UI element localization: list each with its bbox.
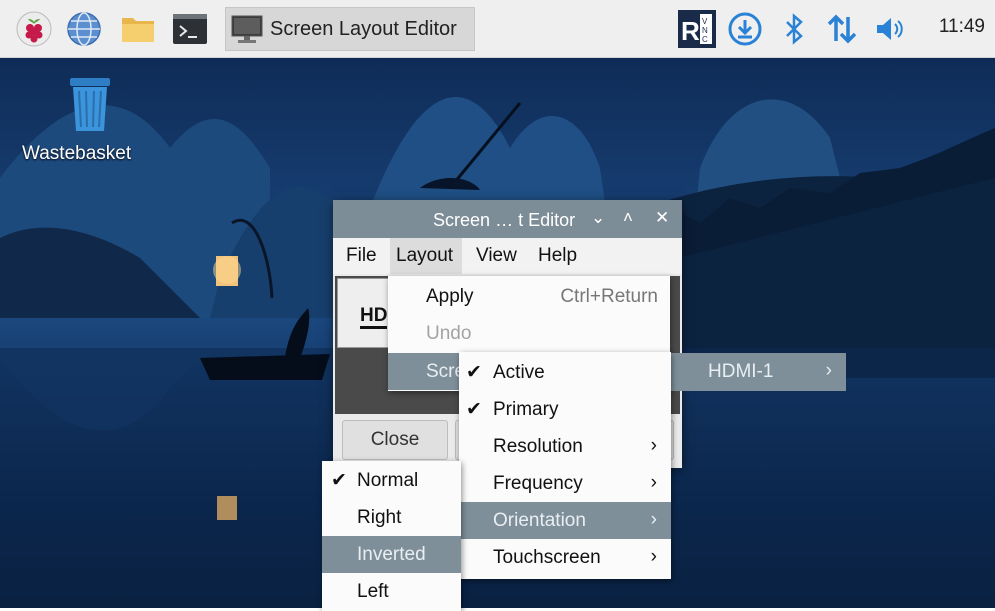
frequency-label: Frequency: [493, 473, 583, 494]
wastebasket-desktop-icon[interactable]: Wastebasket: [22, 74, 152, 165]
screens-submenu: HDMI-1 ›: [670, 353, 846, 391]
svg-text:C: C: [702, 35, 708, 44]
chevron-right-icon: ›: [650, 546, 657, 567]
menu-item-frequency[interactable]: Frequency ›: [459, 465, 671, 502]
svg-text:V: V: [702, 17, 708, 26]
menu-file[interactable]: File: [340, 238, 383, 274]
hdmi-label: HDMI-1: [708, 361, 774, 382]
undo-label: Undo: [426, 323, 472, 344]
chevron-right-icon: ›: [650, 509, 657, 530]
volume-icon[interactable]: [873, 11, 909, 47]
raspberry-menu-icon[interactable]: [16, 11, 52, 47]
menu-item-left[interactable]: Left: [322, 573, 461, 610]
menu-item-primary[interactable]: ✔ Primary: [459, 391, 671, 428]
monitor-icon: [231, 15, 263, 43]
resolution-label: Resolution: [493, 436, 583, 457]
taskbar: Screen Layout Editor R V N C 11:49: [0, 0, 995, 58]
menu-item-resolution[interactable]: Resolution ›: [459, 428, 671, 465]
menu-item-touchscreen[interactable]: Touchscreen ›: [459, 539, 671, 576]
monitor-label: HD: [360, 306, 388, 329]
menu-item-undo[interactable]: Undo: [388, 315, 670, 352]
menu-help[interactable]: Help: [532, 238, 583, 274]
task-title: Screen Layout Editor: [270, 17, 457, 40]
terminal-icon[interactable]: [172, 11, 208, 47]
menu-item-right[interactable]: Right: [322, 499, 461, 536]
right-label: Right: [357, 507, 402, 528]
check-icon: ✔: [466, 399, 482, 420]
apply-label: Apply: [426, 286, 474, 307]
chevron-right-icon: ›: [825, 360, 832, 381]
maximize-icon[interactable]: ˄: [623, 208, 633, 228]
menu-item-inverted[interactable]: Inverted: [322, 536, 461, 573]
wastebasket-label: Wastebasket: [22, 143, 132, 164]
chevron-right-icon: ›: [650, 435, 657, 456]
apply-shortcut: Ctrl+Return: [560, 286, 658, 307]
menu-bar: File Layout View Help: [333, 238, 682, 274]
clock[interactable]: 11:49: [939, 16, 985, 38]
primary-label: Primary: [493, 399, 559, 420]
window-title-bar[interactable]: Screen … t Editor ⌄ ˄ ✕: [333, 200, 682, 238]
window-title: Screen … t Editor: [433, 210, 576, 230]
normal-label: Normal: [357, 470, 419, 491]
web-browser-icon[interactable]: [66, 11, 102, 47]
orientation-label: Orientation: [493, 510, 586, 531]
svg-text:R: R: [681, 16, 700, 46]
check-icon: ✔: [466, 362, 482, 383]
bluetooth-icon[interactable]: [776, 11, 812, 47]
network-icon[interactable]: [824, 11, 860, 47]
menu-item-hdmi-1[interactable]: HDMI-1 ›: [670, 353, 846, 390]
monitor-hdmi-1[interactable]: HD: [337, 278, 389, 348]
minimize-icon[interactable]: ⌄: [591, 208, 605, 228]
menu-item-apply[interactable]: Apply Ctrl+Return: [388, 278, 670, 315]
left-label: Left: [357, 581, 389, 602]
close-icon[interactable]: ✕: [655, 208, 669, 228]
check-icon: ✔: [331, 470, 347, 491]
menu-item-normal[interactable]: ✔ Normal: [322, 462, 461, 499]
menu-view[interactable]: View: [470, 238, 523, 274]
menu-item-orientation[interactable]: Orientation ›: [459, 502, 671, 539]
file-manager-icon[interactable]: [120, 11, 156, 47]
menu-layout[interactable]: Layout: [390, 238, 462, 274]
inverted-label: Inverted: [357, 544, 426, 565]
orientation-submenu: ✔ Normal Right Inverted Left: [322, 461, 461, 611]
touchscreen-label: Touchscreen: [493, 547, 601, 568]
chevron-right-icon: ›: [650, 472, 657, 493]
menu-item-active[interactable]: ✔ Active: [459, 354, 671, 391]
taskbar-task-screen-layout-editor[interactable]: Screen Layout Editor: [225, 7, 475, 51]
wastebasket-icon: [70, 78, 110, 131]
updater-icon[interactable]: [727, 11, 763, 47]
hdmi-submenu: ✔ Active ✔ Primary Resolution › Frequenc…: [459, 352, 671, 579]
svg-text:N: N: [702, 26, 708, 35]
close-button[interactable]: Close: [342, 420, 448, 460]
active-label: Active: [493, 362, 545, 383]
vnc-icon[interactable]: R V N C: [678, 10, 716, 48]
